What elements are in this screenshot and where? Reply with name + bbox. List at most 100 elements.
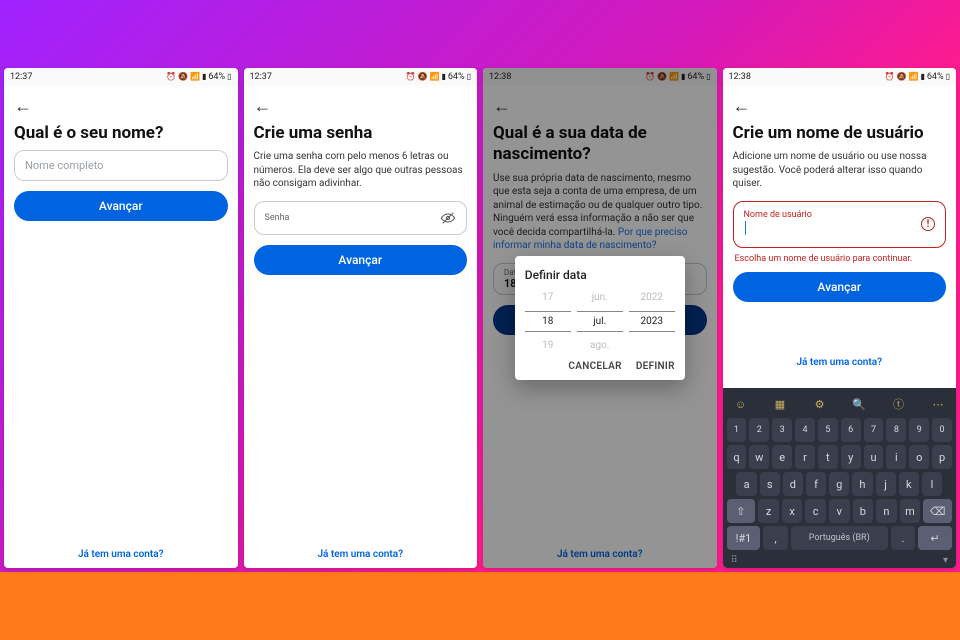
signal-icon: ▮	[441, 73, 445, 81]
username-input[interactable]: Nome de usuário !	[733, 201, 947, 248]
advance-button[interactable]: Avançar	[733, 272, 947, 302]
signal-icon: ▮	[920, 73, 924, 81]
day-selected[interactable]: 18	[525, 311, 571, 332]
key-d[interactable]: d	[783, 472, 803, 496]
key-r[interactable]: r	[795, 445, 815, 469]
year-prev[interactable]: 2022	[641, 292, 663, 303]
already-link[interactable]: Já tem uma conta?	[244, 549, 478, 560]
key-j[interactable]: j	[876, 472, 896, 496]
cancel-button[interactable]: CANCELAR	[568, 361, 621, 372]
key-a[interactable]: a	[736, 472, 756, 496]
key-q[interactable]: q	[727, 445, 747, 469]
gif-icon[interactable]: ▦	[770, 394, 790, 414]
phone-password: 12:37 ⏰ 🔕 📶 ▮ 64% ▯ ← Crie uma senha Cri…	[244, 68, 478, 568]
settings-icon[interactable]: ⚙	[810, 394, 830, 414]
battery-icon: ▯	[467, 73, 471, 81]
year-column[interactable]: 2022 2023	[629, 292, 675, 351]
month-prev[interactable]: jun.	[592, 292, 608, 303]
key-u[interactable]: u	[864, 445, 884, 469]
date-picker[interactable]: 17 18 19 jun. jul. ago. 2022 2023	[525, 292, 675, 351]
status-right: ⏰ 🔕 📶 ▮ 64% ▯	[406, 72, 471, 82]
key-0[interactable]: 0	[932, 418, 952, 442]
key-v[interactable]: v	[829, 499, 850, 523]
content: ← Qual é o seu nome? Nome completo Avanç…	[4, 86, 238, 568]
year-selected[interactable]: 2023	[629, 311, 675, 332]
key-y[interactable]: y	[841, 445, 861, 469]
mute-icon: 🔕	[418, 73, 428, 81]
battery-text: 64%	[927, 72, 944, 82]
already-link[interactable]: Já tem uma conta?	[4, 549, 238, 560]
key-m[interactable]: m	[900, 499, 921, 523]
month-column[interactable]: jun. jul. ago.	[577, 292, 623, 351]
key-6[interactable]: 6	[841, 418, 861, 442]
month-selected[interactable]: jul.	[577, 311, 623, 332]
key-8[interactable]: 8	[886, 418, 906, 442]
key-7[interactable]: 7	[864, 418, 884, 442]
key-w[interactable]: w	[749, 445, 769, 469]
fullname-input[interactable]: Nome completo	[14, 150, 228, 181]
advance-button[interactable]: Avançar	[254, 245, 468, 275]
wifi-icon: 📶	[909, 73, 919, 81]
key-shift[interactable]: ⇧	[727, 499, 756, 523]
key-h[interactable]: h	[852, 472, 872, 496]
content: ← Crie uma senha Crie uma senha com pelo…	[244, 86, 478, 568]
key-i[interactable]: i	[886, 445, 906, 469]
key-t[interactable]: t	[818, 445, 838, 469]
key-4[interactable]: 4	[795, 418, 815, 442]
page-subtitle: Adicione um nome de usuário ou use nossa…	[733, 150, 947, 191]
eye-off-icon[interactable]	[440, 210, 456, 226]
day-next[interactable]: 19	[542, 340, 553, 351]
keyboard[interactable]: ☺ ▦ ⚙ 🔍 ⓣ ⋯ 1 2 3 4 5 6 7 8 9 0	[723, 388, 957, 568]
mute-icon: 🔕	[178, 73, 188, 81]
password-input[interactable]: Senha	[254, 201, 468, 235]
key-p[interactable]: p	[932, 445, 952, 469]
back-button[interactable]: ←	[14, 96, 228, 117]
key-b[interactable]: b	[853, 499, 874, 523]
error-icon: !	[921, 217, 935, 231]
key-f[interactable]: f	[806, 472, 826, 496]
emoji-icon[interactable]: ☺	[731, 394, 751, 414]
key-comma[interactable]: ,	[763, 526, 787, 550]
key-symbols[interactable]: !#1	[727, 526, 761, 550]
key-c[interactable]: c	[805, 499, 826, 523]
already-link[interactable]: Já tem uma conta?	[723, 357, 957, 368]
day-prev[interactable]: 17	[542, 292, 553, 303]
key-z[interactable]: z	[758, 499, 779, 523]
month-next[interactable]: ago.	[590, 340, 609, 351]
key-9[interactable]: 9	[909, 418, 929, 442]
status-time: 12:37	[10, 72, 32, 82]
key-space[interactable]: Português (BR)	[791, 526, 888, 550]
stage: 12:37 ⏰ 🔕 📶 ▮ 64% ▯ ← Qual é o seu nome?…	[0, 0, 960, 640]
fullname-placeholder: Nome completo	[25, 159, 103, 172]
key-g[interactable]: g	[829, 472, 849, 496]
phone-birthdate: 12:38 ⏰ 🔕 📶 ▮ 64% ▯ ← Qual é a sua data …	[483, 68, 717, 568]
key-3[interactable]: 3	[772, 418, 792, 442]
advance-button[interactable]: Avançar	[14, 191, 228, 221]
status-bar: 12:37 ⏰ 🔕 📶 ▮ 64% ▯	[4, 68, 238, 86]
more-icon[interactable]: ⋯	[928, 394, 948, 414]
key-backspace[interactable]: ⌫	[923, 499, 952, 523]
key-s[interactable]: s	[760, 472, 780, 496]
key-n[interactable]: n	[876, 499, 897, 523]
key-dot[interactable]: .	[891, 526, 915, 550]
key-1[interactable]: 1	[727, 418, 747, 442]
key-k[interactable]: k	[899, 472, 919, 496]
kb-grid-icon[interactable]: ⠿	[731, 555, 738, 566]
key-5[interactable]: 5	[818, 418, 838, 442]
key-e[interactable]: e	[772, 445, 792, 469]
key-2[interactable]: 2	[749, 418, 769, 442]
key-enter[interactable]: ↵	[918, 526, 952, 550]
key-o[interactable]: o	[909, 445, 929, 469]
set-button[interactable]: DEFINIR	[636, 361, 675, 372]
keyboard-toolbar: ☺ ▦ ⚙ 🔍 ⓣ ⋯	[727, 392, 953, 418]
battery-icon: ▯	[946, 73, 950, 81]
back-button[interactable]: ←	[733, 96, 947, 117]
status-right: ⏰ 🔕 📶 ▮ 64% ▯	[885, 72, 950, 82]
key-l[interactable]: l	[922, 472, 942, 496]
search-icon[interactable]: 🔍	[849, 394, 869, 414]
translate-icon[interactable]: ⓣ	[889, 394, 909, 414]
key-x[interactable]: x	[782, 499, 803, 523]
kb-down-icon[interactable]: ▾	[943, 555, 948, 566]
back-button[interactable]: ←	[254, 96, 468, 117]
day-column[interactable]: 17 18 19	[525, 292, 571, 351]
